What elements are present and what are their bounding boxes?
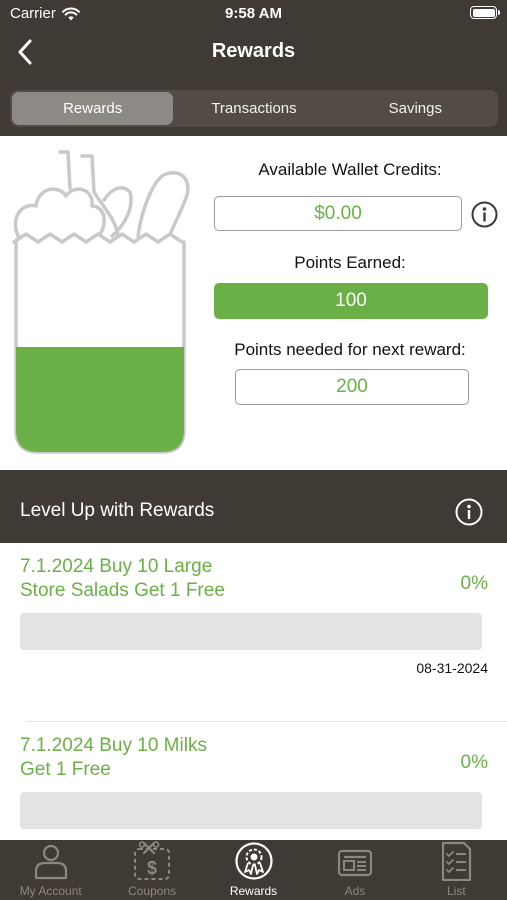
coupon-icon: $ <box>134 841 171 880</box>
nav-list[interactable]: List <box>406 840 507 900</box>
nav-my-account[interactable]: My Account <box>0 840 101 900</box>
nav-label: List <box>446 884 466 898</box>
nav-label: Rewards <box>229 884 278 898</box>
reward-name-line: Store Salads Get 1 Free <box>20 580 225 601</box>
status-time: 9:58 AM <box>225 5 282 22</box>
reward-progress-bar <box>20 613 482 650</box>
bottom-tab-bar: My Account $ Coupons Rewards Ads List <box>0 840 507 900</box>
ads-icon <box>337 849 373 877</box>
reward-name: 7.1.2024 Buy 10 Milks Get 1 Free <box>20 734 350 782</box>
reward-percent: 0% <box>460 752 488 773</box>
reward-name-line: 7.1.2024 Buy 10 Milks <box>20 735 207 756</box>
nav-label: Coupons <box>128 884 177 898</box>
level-up-title: Level Up with Rewards <box>20 500 215 521</box>
tab-savings[interactable]: Savings <box>335 92 496 125</box>
page-title: Rewards <box>211 40 296 62</box>
tab-rewards[interactable]: Rewards <box>12 92 174 125</box>
reward-name-line: 7.1.2024 Buy 10 Large <box>20 556 213 577</box>
nav-label: My Account <box>19 884 82 898</box>
reward-expiry-date: 08-31-2024 <box>416 660 488 676</box>
nav-ads[interactable]: Ads <box>304 840 405 900</box>
reward-name: 7.1.2024 Buy 10 Large Store Salads Get 1… <box>20 555 350 603</box>
rewards-list[interactable]: 7.1.2024 Buy 10 Large Store Salads Get 1… <box>0 543 507 840</box>
nav-coupons[interactable]: $ Coupons <box>101 840 202 900</box>
list-divider <box>26 721 507 722</box>
rewards-badge-icon <box>234 842 273 880</box>
tab-transactions[interactable]: Transactions <box>173 92 334 125</box>
nav-label: Ads <box>344 884 366 898</box>
person-icon <box>34 844 67 880</box>
reward-name-line: Get 1 Free <box>20 759 111 780</box>
level-up-header: Level Up with Rewards <box>0 470 507 543</box>
svg-text:$: $ <box>147 858 157 878</box>
points-needed-label: Points needed for next reward: <box>234 340 466 359</box>
grocery-bag-icon <box>12 150 190 454</box>
credits-label: Available Wallet Credits: <box>258 160 442 179</box>
segmented-tabs: Rewards Transactions Savings <box>10 90 498 127</box>
reward-percent: 0% <box>460 573 488 594</box>
status-bar: Carrier 9:58 AM <box>0 0 507 28</box>
battery-icon <box>470 6 500 19</box>
wallet-section: Available Wallet Credits: $0.00 Points E… <box>0 136 507 470</box>
list-icon <box>442 841 472 881</box>
points-earned-label: Points Earned: <box>294 253 406 272</box>
reward-progress-bar <box>20 792 482 829</box>
wallet-credits-value: $0.00 <box>214 196 462 231</box>
nav-rewards[interactable]: Rewards <box>203 840 304 900</box>
info-icon[interactable] <box>471 201 498 228</box>
points-earned-value: 100 <box>214 283 488 319</box>
top-header: Carrier 9:58 AM Rewards Rewards Transact… <box>0 0 507 136</box>
info-icon[interactable] <box>455 498 483 526</box>
bag-fill-level <box>16 347 184 452</box>
points-needed-value: 200 <box>235 369 469 405</box>
